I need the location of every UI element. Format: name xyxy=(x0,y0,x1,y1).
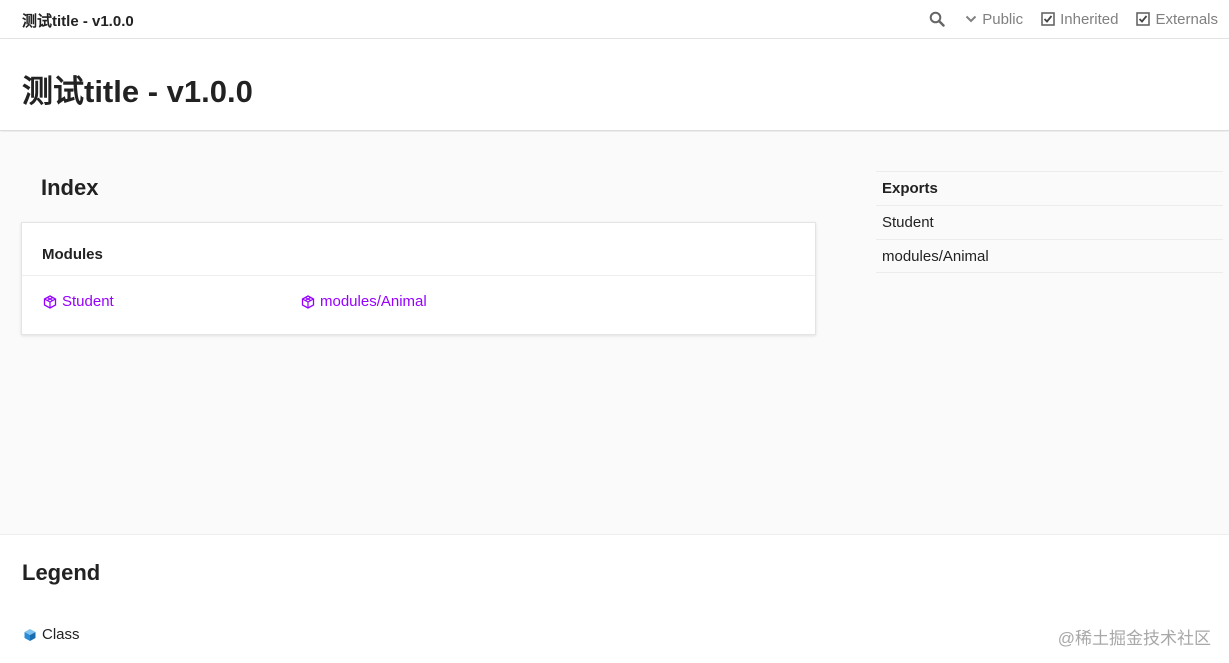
filter-label-inherited: Inherited xyxy=(1060,10,1119,28)
module-link-student[interactable]: Student xyxy=(43,293,114,310)
filter-label-public: Public xyxy=(982,10,1024,28)
filter-inherited-checkbox[interactable]: Inherited xyxy=(1041,11,1118,28)
toolbar-title[interactable]: 测试title - v1.0.0 xyxy=(22,10,134,31)
legend-title: Legend xyxy=(22,560,101,585)
search-icon[interactable] xyxy=(927,9,947,29)
main-content: Index Modules Student modules/Animal Exp… xyxy=(0,132,1229,534)
exports-heading: Exports xyxy=(876,171,1223,205)
filter-label-externals: Externals xyxy=(1155,10,1218,28)
chevron-down-icon xyxy=(966,15,977,23)
watermark: @稀土掘金技术社区 xyxy=(1057,629,1211,648)
toolbar: 测试title - v1.0.0 Public Inherited Extern… xyxy=(0,0,1229,39)
module-link-label: Student xyxy=(62,293,114,310)
legend-item-class: Class xyxy=(23,626,80,643)
module-link-label: modules/Animal xyxy=(320,293,427,310)
class-cube-icon xyxy=(24,628,36,641)
checkbox-checked-icon xyxy=(1136,12,1151,26)
page-title: 测试title - v1.0.0 xyxy=(22,74,253,109)
sidebar-item-student[interactable]: Student xyxy=(876,205,1223,239)
modules-section-title: Modules xyxy=(22,223,815,276)
sidebar-item-modules-animal[interactable]: modules/Animal xyxy=(876,239,1223,273)
legend-item-label: Class xyxy=(42,626,80,643)
index-heading: Index xyxy=(41,175,99,200)
index-panel: Modules Student modules/Animal xyxy=(21,222,816,335)
toolbar-controls: Public Inherited Externals xyxy=(927,0,1229,38)
exports-sidebar: Exports Student modules/Animal xyxy=(876,171,1223,273)
checkbox-checked-icon xyxy=(1041,12,1055,26)
module-list: Student modules/Animal xyxy=(22,276,815,334)
module-link-modules-animal[interactable]: modules/Animal xyxy=(301,293,427,310)
filter-externals-checkbox[interactable]: Externals xyxy=(1136,11,1218,28)
legend: Legend Class @稀土掘金技术社区 xyxy=(0,534,1229,663)
page-header: 测试title - v1.0.0 xyxy=(0,39,1229,131)
module-icon xyxy=(301,294,315,309)
module-icon xyxy=(43,294,57,309)
visibility-filter-public[interactable]: Public xyxy=(965,11,1023,28)
